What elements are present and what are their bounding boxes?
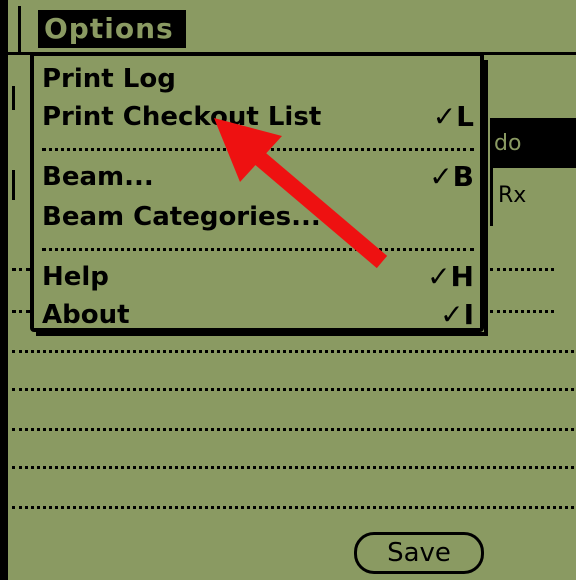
left-edge-mark bbox=[12, 170, 15, 200]
screen-frame-edge bbox=[0, 0, 8, 580]
menu-item-help[interactable]: Help ✓H bbox=[42, 258, 474, 296]
dotted-rule bbox=[12, 506, 574, 512]
save-button[interactable]: Save bbox=[354, 532, 484, 574]
menu-shortcut: ✓I bbox=[440, 298, 474, 331]
menu-separator bbox=[42, 248, 474, 251]
list-item-label[interactable]: Rx bbox=[498, 176, 526, 216]
menu-item-label: Help bbox=[42, 262, 109, 292]
palm-screen: do Rx Save Options Print Log Print Check… bbox=[0, 0, 576, 580]
menu-shortcut: ✓L bbox=[432, 100, 474, 133]
dotted-rule bbox=[12, 310, 30, 316]
menu-item-label: Print Checkout List bbox=[42, 102, 322, 132]
menu-shortcut: ✓H bbox=[427, 260, 474, 293]
menu-item-beam[interactable]: Beam... ✓B bbox=[42, 158, 474, 196]
left-edge-mark bbox=[12, 86, 15, 110]
dotted-rule bbox=[490, 268, 554, 274]
menu-separator bbox=[42, 148, 474, 151]
menu-item-label: About bbox=[42, 300, 130, 330]
dotted-rule bbox=[12, 268, 30, 274]
menu-item-print-log[interactable]: Print Log bbox=[42, 60, 474, 98]
menu-item-label: Beam Categories... bbox=[42, 202, 321, 232]
dotted-rule bbox=[12, 428, 574, 434]
dotted-rule bbox=[12, 350, 574, 356]
menu-item-label: Beam... bbox=[42, 162, 154, 192]
dotted-rule bbox=[12, 388, 574, 394]
menu-item-beam-categories[interactable]: Beam Categories... bbox=[42, 198, 474, 236]
menu-title-options[interactable]: Options bbox=[38, 10, 186, 48]
menu-item-about[interactable]: About ✓I bbox=[42, 296, 474, 334]
menu-shadow bbox=[484, 60, 488, 336]
dotted-rule bbox=[490, 310, 554, 316]
menu-shortcut: ✓B bbox=[429, 160, 474, 193]
list-item-label-selected: do bbox=[494, 131, 522, 156]
menu-bar: Options bbox=[8, 6, 576, 55]
menu-item-print-checkout-list[interactable]: Print Checkout List ✓L bbox=[42, 98, 474, 136]
menu-item-label: Print Log bbox=[42, 64, 176, 94]
dotted-rule bbox=[12, 466, 574, 472]
options-dropdown-menu: Print Log Print Checkout List ✓L Beam...… bbox=[30, 52, 484, 332]
